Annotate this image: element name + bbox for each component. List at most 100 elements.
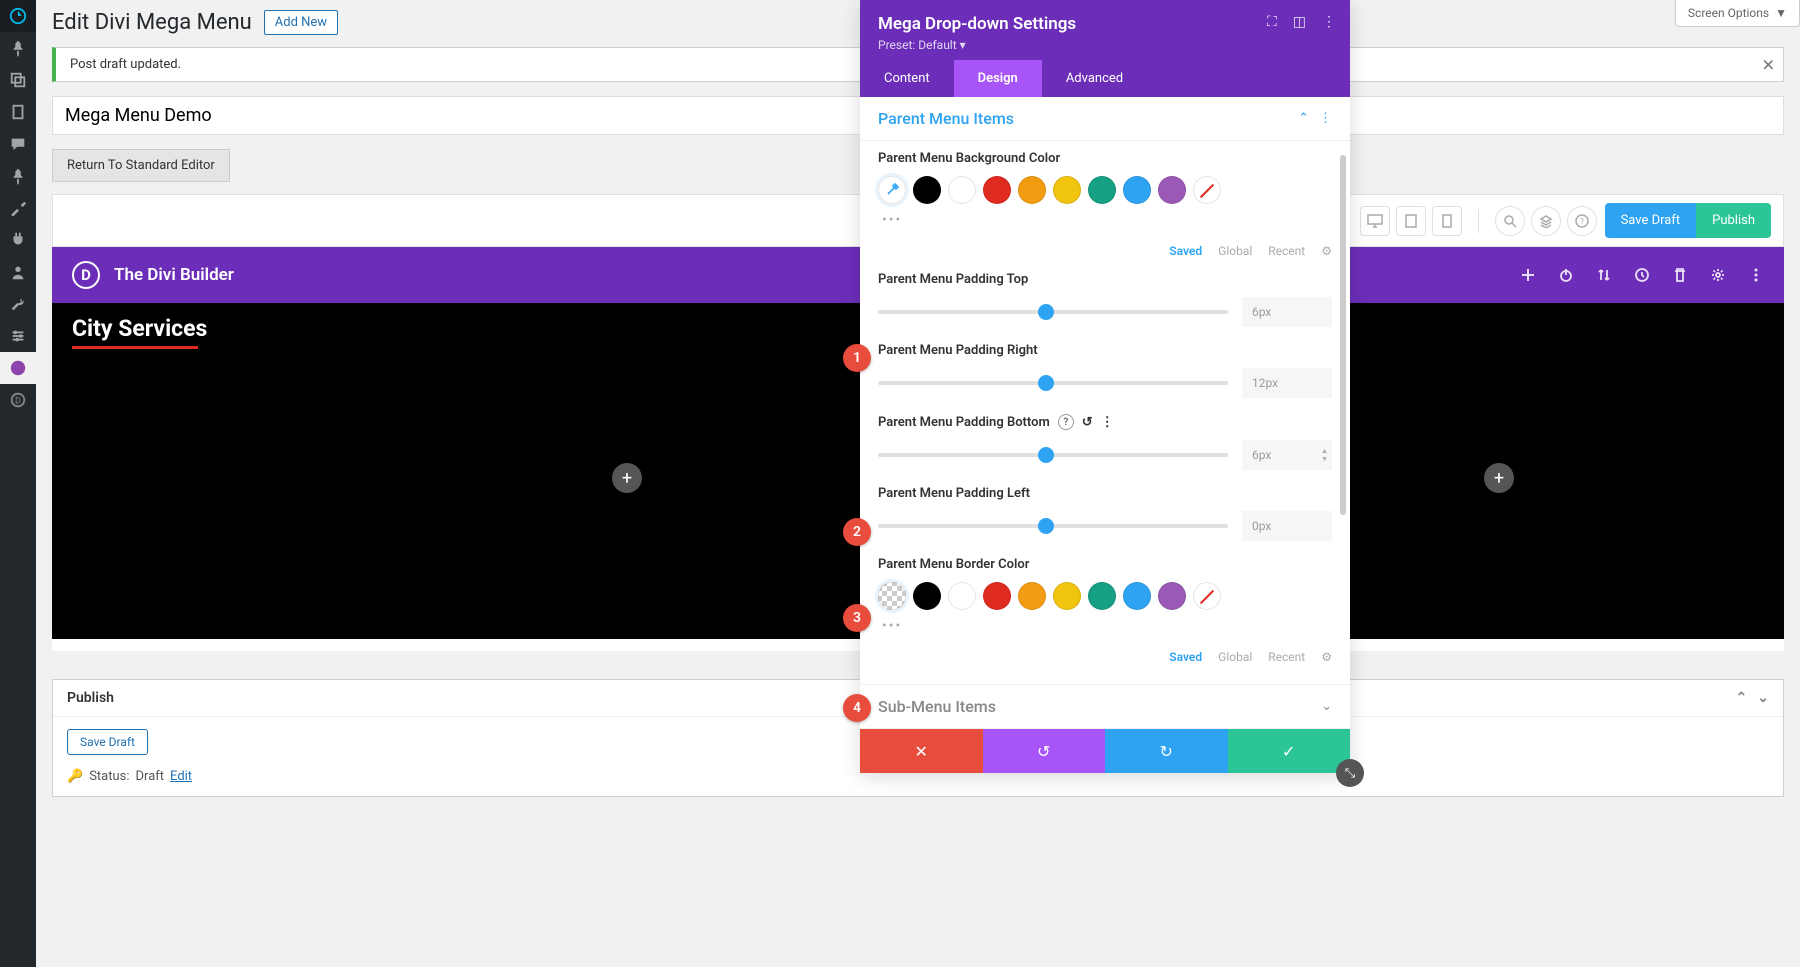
chevron-up-icon[interactable]: ⌃ xyxy=(1736,690,1748,706)
zoom-icon[interactable] xyxy=(1495,206,1525,236)
redo-button[interactable]: ↻ xyxy=(1105,729,1228,773)
slider-thumb[interactable] xyxy=(1038,518,1054,534)
history-icon[interactable] xyxy=(1634,267,1650,283)
add-icon[interactable] xyxy=(1520,267,1536,283)
resize-handle[interactable]: ⤡ xyxy=(1336,759,1364,787)
padding-top-track[interactable] xyxy=(878,310,1228,314)
gear-icon[interactable] xyxy=(1710,267,1726,283)
gear-icon[interactable]: ⚙ xyxy=(1321,650,1332,664)
phone-icon[interactable] xyxy=(1432,206,1462,236)
help-icon[interactable]: ? xyxy=(1567,206,1597,236)
chevron-up-icon[interactable]: ⌃ xyxy=(1298,111,1309,126)
tablet-icon[interactable] xyxy=(1396,206,1426,236)
kebab-icon[interactable]: ⋮ xyxy=(1322,14,1336,30)
padding-right-value[interactable]: 12px xyxy=(1242,368,1332,398)
add-module-left-button[interactable]: + xyxy=(612,463,642,493)
padding-bottom-value[interactable]: 6px▲▼ xyxy=(1242,440,1332,470)
dock-icon[interactable]: ◫ xyxy=(1293,14,1306,30)
tab-design[interactable]: Design xyxy=(954,60,1042,97)
tab-content[interactable]: Content xyxy=(860,60,954,97)
publish-save-draft-button[interactable]: Save Draft xyxy=(67,729,148,755)
saved-tab[interactable]: Saved xyxy=(1169,244,1202,258)
pin-icon[interactable] xyxy=(0,32,36,64)
pin2-icon[interactable] xyxy=(0,160,36,192)
gear-icon[interactable]: ⚙ xyxy=(1321,244,1332,258)
sort-icon[interactable] xyxy=(1596,267,1612,283)
more-swatches-icon[interactable]: ••• xyxy=(882,212,902,228)
kebab-icon[interactable]: ⋮ xyxy=(1319,111,1332,126)
confirm-button[interactable]: ✓ xyxy=(1228,729,1351,773)
transparent-swatch[interactable] xyxy=(878,582,906,610)
padding-bottom-track[interactable] xyxy=(878,453,1228,457)
settings-icon[interactable] xyxy=(0,320,36,352)
power-icon[interactable] xyxy=(1558,267,1574,283)
slider-thumb[interactable] xyxy=(1038,447,1054,463)
scrollbar-thumb[interactable] xyxy=(1340,155,1346,515)
recent-tab[interactable]: Recent xyxy=(1268,650,1305,664)
swatch-blue[interactable] xyxy=(1123,176,1151,204)
global-tab[interactable]: Global xyxy=(1218,244,1252,258)
stepper-icon[interactable]: ▲▼ xyxy=(1321,447,1328,463)
recent-tab[interactable]: Recent xyxy=(1268,244,1305,258)
global-tab[interactable]: Global xyxy=(1218,650,1252,664)
saved-tab[interactable]: Saved xyxy=(1169,650,1202,664)
save-draft-button[interactable]: Save Draft xyxy=(1605,203,1697,238)
plugins-icon[interactable] xyxy=(0,224,36,256)
add-module-right-button[interactable]: + xyxy=(1484,463,1514,493)
chevron-down-icon[interactable]: ⌄ xyxy=(1321,699,1332,714)
section-parent-menu[interactable]: Parent Menu Items ⌃ ⋮ xyxy=(860,97,1350,141)
comments-icon[interactable] xyxy=(0,128,36,160)
users-icon[interactable] xyxy=(0,256,36,288)
swatch-orange[interactable] xyxy=(1018,176,1046,204)
picker-swatch[interactable] xyxy=(878,176,906,204)
swatch-teal[interactable] xyxy=(1088,582,1116,610)
swatch-orange[interactable] xyxy=(1018,582,1046,610)
media-icon[interactable] xyxy=(0,64,36,96)
swatch-none[interactable] xyxy=(1193,582,1221,610)
desktop-icon[interactable] xyxy=(1360,206,1390,236)
undo-button[interactable]: ↺ xyxy=(983,729,1106,773)
swatch-blue[interactable] xyxy=(1123,582,1151,610)
layers-icon[interactable] xyxy=(1531,206,1561,236)
swatch-white[interactable] xyxy=(948,176,976,204)
kebab-icon[interactable]: ⋮ xyxy=(1101,415,1114,430)
swatch-red[interactable] xyxy=(983,582,1011,610)
help-icon[interactable]: ? xyxy=(1058,414,1074,430)
swatch-black[interactable] xyxy=(913,582,941,610)
padding-top-value[interactable]: 6px xyxy=(1242,297,1332,327)
return-standard-editor-button[interactable]: Return To Standard Editor xyxy=(52,149,230,182)
swatch-yellow[interactable] xyxy=(1053,582,1081,610)
cancel-button[interactable]: ✕ xyxy=(860,729,983,773)
divi-icon[interactable] xyxy=(0,352,36,384)
swatch-none[interactable] xyxy=(1193,176,1221,204)
chevron-down-icon[interactable]: ⌄ xyxy=(1757,690,1769,706)
pages-icon[interactable] xyxy=(0,96,36,128)
padding-left-track[interactable] xyxy=(878,524,1228,528)
modal-body[interactable]: Parent Menu Items ⌃ ⋮ Parent Menu Backgr… xyxy=(860,97,1350,729)
kebab-icon[interactable] xyxy=(1748,267,1764,283)
edit-status-link[interactable]: Edit xyxy=(170,769,192,784)
dismiss-notice-icon[interactable]: ✕ xyxy=(1762,55,1775,74)
section-sub-menu[interactable]: Sub-Menu Items ⌄ xyxy=(860,684,1350,729)
swatch-black[interactable] xyxy=(913,176,941,204)
add-new-button[interactable]: Add New xyxy=(264,10,338,35)
appearance-icon[interactable] xyxy=(0,192,36,224)
slider-thumb[interactable] xyxy=(1038,375,1054,391)
swatch-purple[interactable] xyxy=(1158,176,1186,204)
trash-icon[interactable] xyxy=(1672,267,1688,283)
screen-options-button[interactable]: Screen Options ▼ xyxy=(1675,0,1800,27)
dashboard-icon[interactable] xyxy=(0,0,36,32)
modal-header[interactable]: Mega Drop-down Settings Preset: Default … xyxy=(860,0,1350,60)
padding-left-value[interactable]: 0px xyxy=(1242,511,1332,541)
modal-preset[interactable]: Preset: Default ▾ xyxy=(878,38,1332,52)
swatch-white[interactable] xyxy=(948,582,976,610)
tab-advanced[interactable]: Advanced xyxy=(1042,60,1147,97)
swatch-purple[interactable] xyxy=(1158,582,1186,610)
swatch-yellow[interactable] xyxy=(1053,176,1081,204)
swatch-teal[interactable] xyxy=(1088,176,1116,204)
tools-icon[interactable] xyxy=(0,288,36,320)
reset-icon[interactable]: ↺ xyxy=(1082,415,1093,430)
swatch-red[interactable] xyxy=(983,176,1011,204)
padding-right-track[interactable] xyxy=(878,381,1228,385)
expand-icon[interactable]: ⛶ xyxy=(1267,14,1277,30)
